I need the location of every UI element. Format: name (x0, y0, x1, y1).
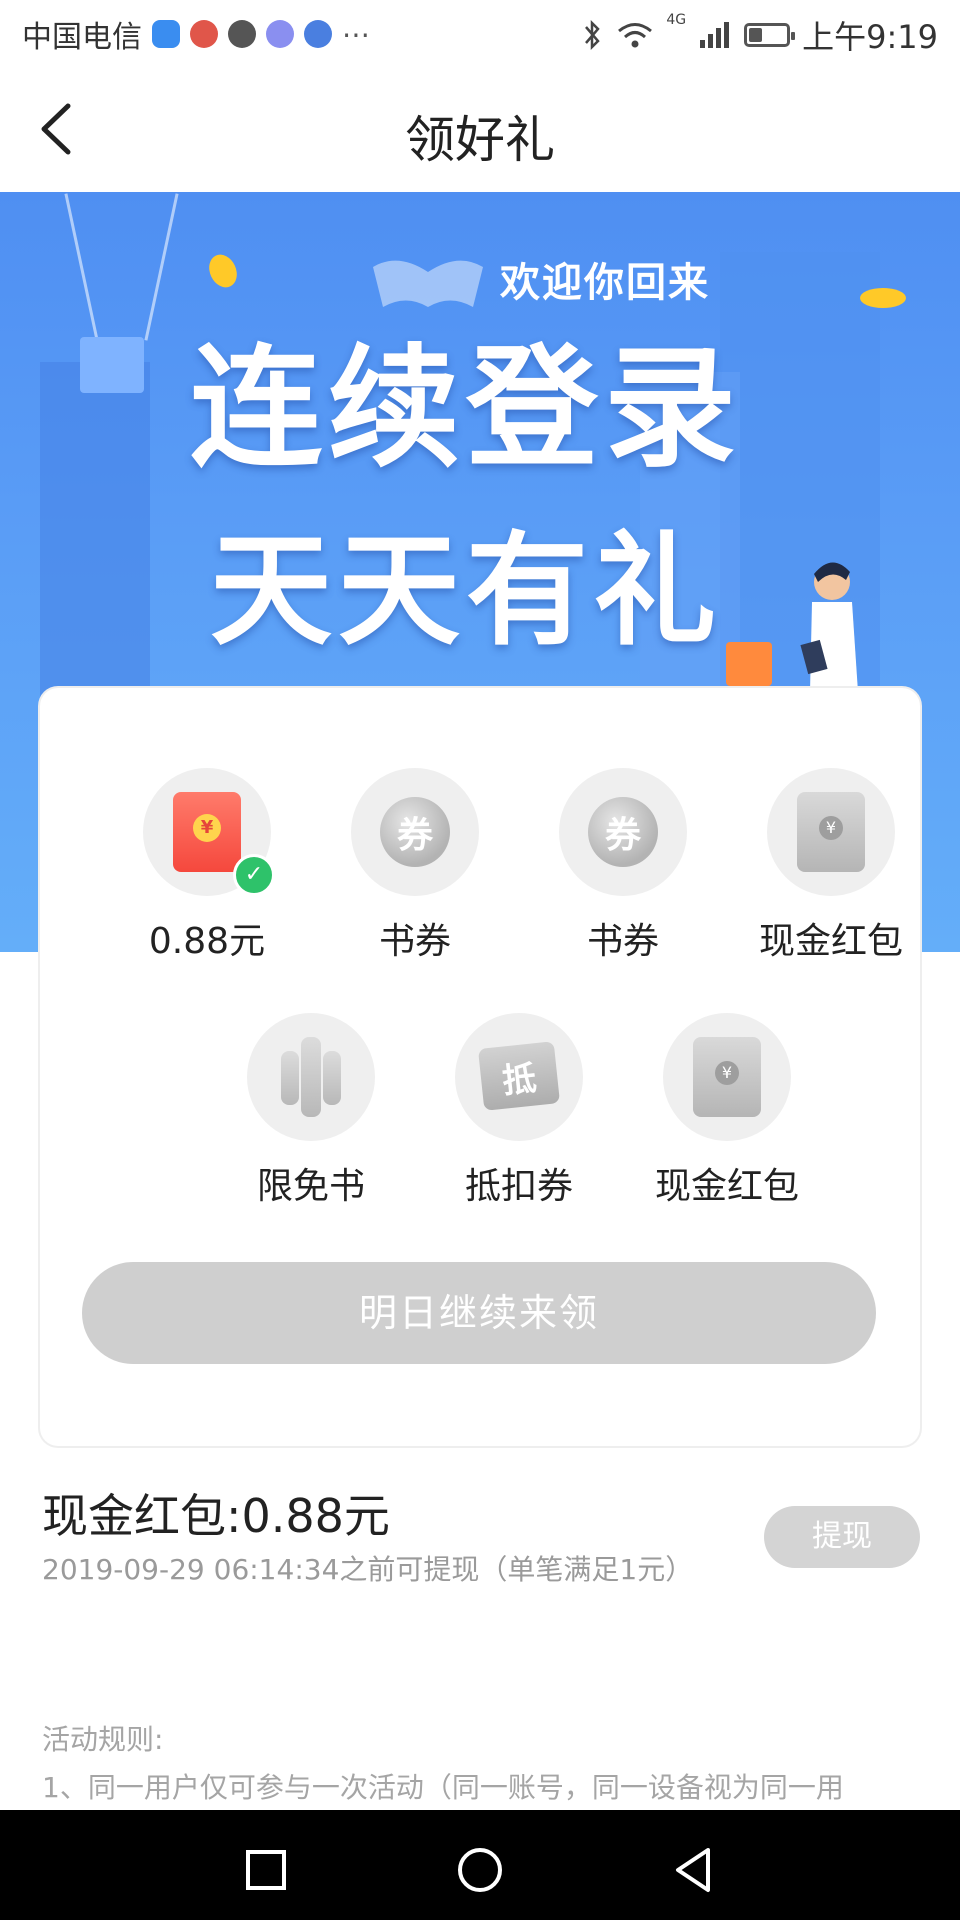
cash-deadline-text: 2019-09-29 06:14:34之前可提现（单笔满足1元） (42, 1553, 694, 1586)
gold-coin-icon (860, 288, 906, 308)
clock-time: 上午9:19 (802, 18, 938, 56)
signal-strength-icon (700, 22, 730, 48)
reward-item[interactable]: 券 书券 (533, 768, 713, 964)
claim-tomorrow-button[interactable]: 明日继续来领 (82, 1262, 876, 1364)
system-nav-bar (0, 1810, 960, 1920)
reward-label: 书券 (586, 921, 659, 962)
reward-label: 抵扣券 (464, 1166, 573, 1207)
battery-icon (744, 23, 796, 47)
home-icon[interactable] (450, 1840, 510, 1900)
back-triangle-icon[interactable] (664, 1840, 724, 1900)
coupon-icon: 券 (588, 797, 658, 867)
reward-item[interactable]: 限免书 (221, 1013, 401, 1209)
rules-title: 活动规则: (42, 1723, 164, 1756)
rules-text: 1、同一用户仅可参与一次活动（同一账号，同一设备视为同一用 (42, 1771, 844, 1804)
reward-item[interactable]: ¥ 现金红包 (741, 768, 921, 964)
reward-icon-circle (247, 1013, 375, 1141)
baidu-paw-icon (304, 20, 332, 48)
reward-label: 现金红包 (758, 921, 903, 962)
cash-envelope-icon: ¥ (797, 792, 865, 872)
reward-item[interactable]: 券 书券 (325, 768, 505, 964)
recent-apps-icon[interactable] (236, 1840, 296, 1900)
welcome-text: 欢迎你回来 (500, 259, 710, 306)
music-app-icon (266, 20, 294, 48)
gold-coin-icon (204, 250, 242, 292)
balloon-rope (144, 193, 179, 341)
status-bar-left: 中国电信 ⋯ (22, 12, 370, 56)
reward-icon-circle: 券 (559, 768, 687, 896)
reward-label: 书券 (378, 921, 451, 962)
banner-headline-2: 天天有礼 (210, 518, 722, 662)
carrier-label: 中国电信 (22, 20, 142, 55)
reward-label: 0.88元 (148, 921, 266, 962)
status-bar-right: 4G 上午9:19 (582, 12, 938, 58)
cash-envelope-icon: ¥ (693, 1037, 761, 1117)
reward-label: 现金红包 (654, 1166, 799, 1207)
app-notification-icon (190, 20, 218, 48)
network-type-label: 4G (666, 12, 687, 28)
withdraw-button[interactable]: 提现 (764, 1506, 920, 1568)
balloon-rope (64, 193, 99, 341)
reward-item[interactable]: 抵 抵扣券 (429, 1013, 609, 1209)
balloon-basket (80, 337, 144, 393)
message-bubble-icon (228, 20, 256, 48)
reward-item[interactable]: ¥ ✓ 0.88元 (117, 768, 297, 964)
reward-icon-circle: 抵 (455, 1013, 583, 1141)
reward-icon-circle: ¥ ✓ (143, 768, 275, 896)
coupon-icon: 券 (380, 797, 450, 867)
reward-icon-circle: ¥ (663, 1013, 791, 1141)
reward-item[interactable]: ¥ 现金红包 (637, 1013, 817, 1209)
bluetooth-icon (585, 19, 601, 51)
more-notifications-icon: ⋯ (342, 17, 370, 51)
status-bar: 中国电信 ⋯ 4G 上午9:19 (0, 0, 960, 66)
books-icon (281, 1037, 341, 1117)
deduction-ticket-icon: 抵 (477, 1041, 561, 1111)
rewards-card: ¥ ✓ 0.88元 券 书券 券 书券 ¥ 现金红包 限免书 抵 抵扣券 ¥ 现… (40, 688, 920, 1446)
red-envelope-icon: ¥ (173, 792, 241, 872)
claimed-check-icon: ✓ (233, 854, 275, 896)
cash-balance-title: 现金红包:0.88元 (42, 1489, 390, 1543)
reward-label: 限免书 (256, 1166, 365, 1207)
page-header: 领好礼 (0, 66, 960, 192)
banner-headline-1: 连续登录 (190, 331, 742, 486)
wifi-icon (618, 23, 653, 48)
shield-app-icon (152, 20, 180, 48)
reward-icon-circle: 券 (351, 768, 479, 896)
page-title: 领好礼 (405, 111, 555, 169)
reward-icon-circle: ¥ (767, 768, 895, 896)
